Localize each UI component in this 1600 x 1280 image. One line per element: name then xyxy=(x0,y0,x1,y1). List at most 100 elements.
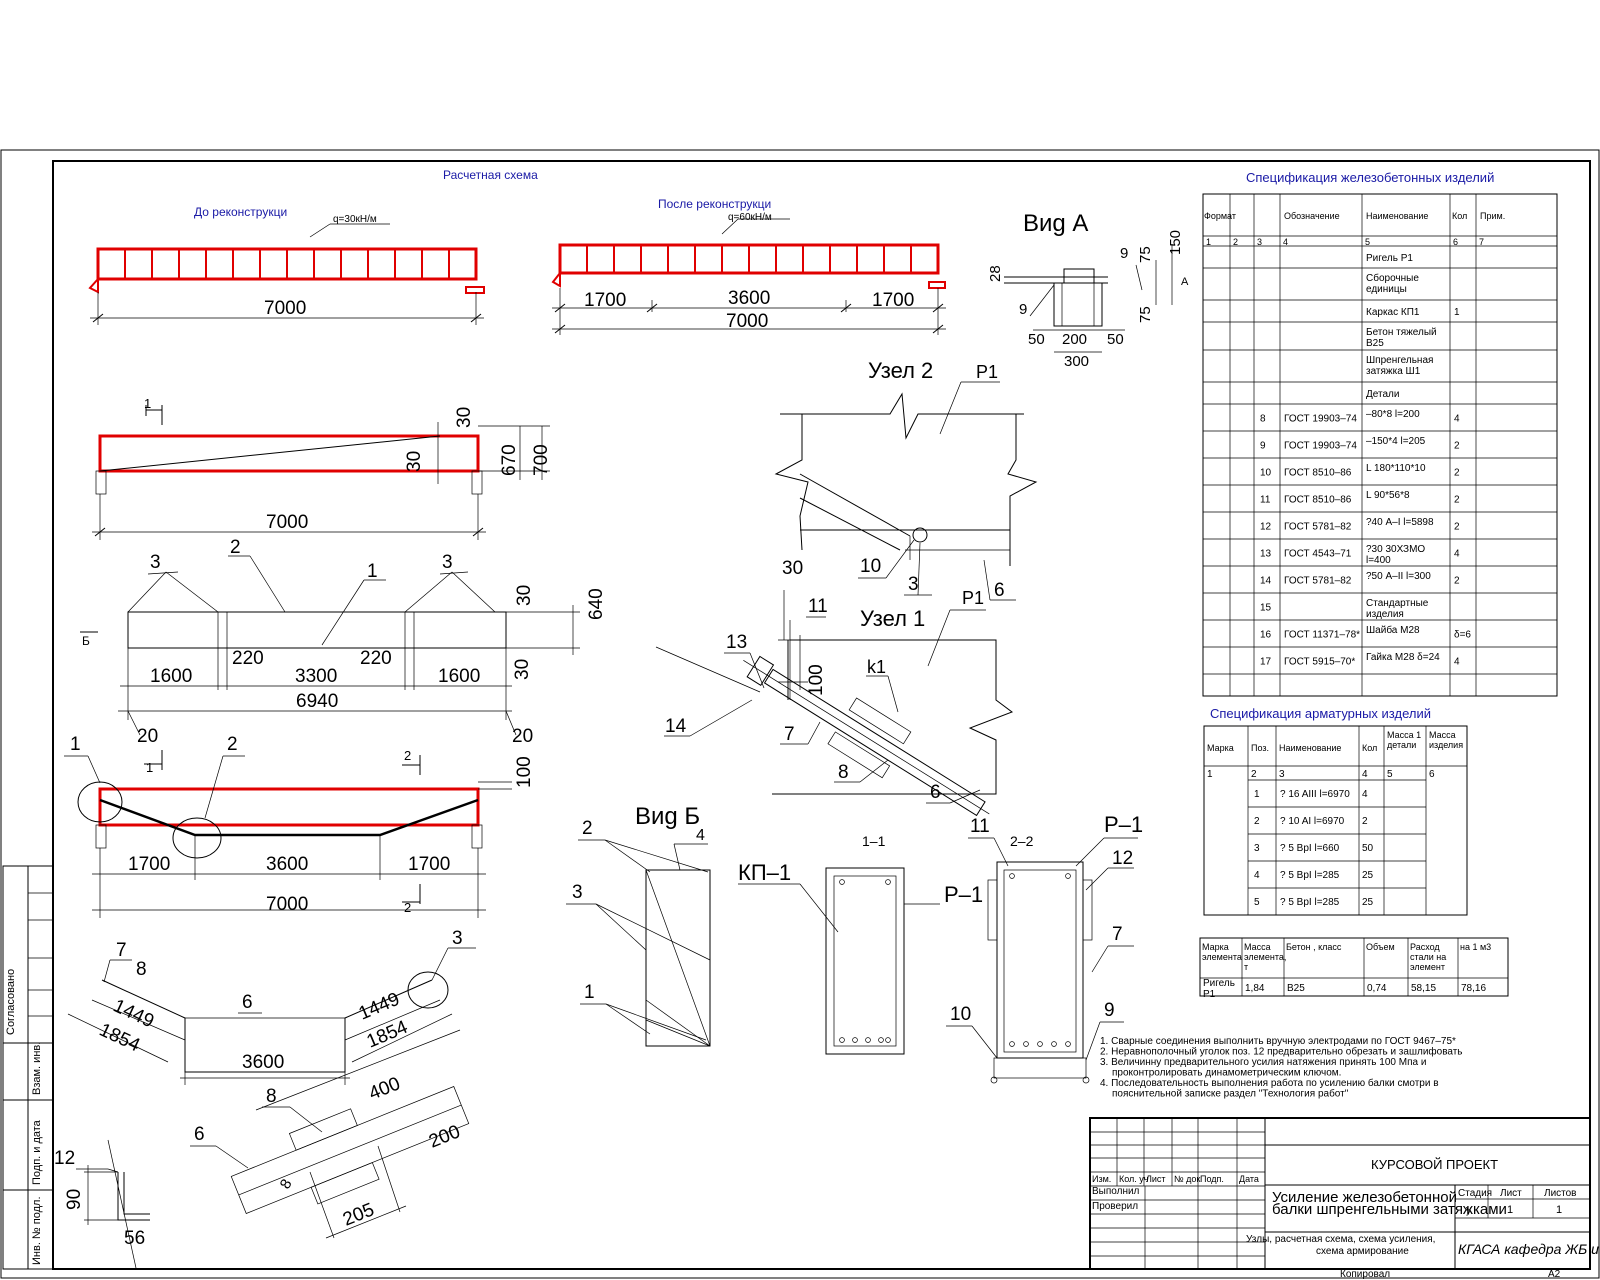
spec-rc-name: –150*4 l=205 xyxy=(1366,436,1426,447)
callout-12a: 12 xyxy=(54,1148,75,1169)
dim-50b: 50 xyxy=(1107,331,1124,348)
tb-stage: Стадия xyxy=(1458,1188,1492,1199)
kp1-label: КП–1 xyxy=(738,860,791,885)
dim-50a: 50 xyxy=(1028,331,1045,348)
dim-30-d: 30 xyxy=(512,659,533,680)
spec-reb-qty: 50 xyxy=(1362,843,1374,854)
spec-reb-colnum: 5 xyxy=(1387,769,1393,780)
mass-header: Марка элемента xyxy=(1202,942,1242,962)
angle-section: 12 90 56 xyxy=(54,1139,150,1269)
tb-sheet: Лист xyxy=(1500,1188,1522,1199)
callout-9: 9 xyxy=(1104,1000,1115,1021)
callout-30: 30 xyxy=(782,558,803,579)
tb-org: КГАСА кафедра ЖБ и xyxy=(1458,1241,1599,1257)
dim-400: 400 xyxy=(366,1073,403,1104)
dim-75a: 75 xyxy=(1137,246,1154,263)
spec-reb-qty: 4 xyxy=(1362,789,1368,800)
spec-rc-designation: ГОСТ 5781–82 xyxy=(1284,522,1352,533)
callout-8c: 8 xyxy=(838,762,849,783)
general-notes: 1. Сварные соединения выполнить вручную … xyxy=(1100,1036,1463,1100)
k1-label: k1 xyxy=(867,657,886,677)
spec-reb-title: Спецификация арматурных изделий xyxy=(1210,706,1431,721)
spec-reb-header: Кол xyxy=(1362,743,1377,753)
callout-13: 13 xyxy=(726,632,747,653)
spec-rc-header: Наименование xyxy=(1366,211,1428,221)
title-block: Изм. Кол. учЛист № док Подп. Дата КУРСОВОЙ П… xyxy=(1089,1117,1599,1280)
dim-220-b: 220 xyxy=(360,648,392,669)
callout-6a: 6 xyxy=(242,992,253,1013)
mass-table: Марка элементаМасса элемента, тБетон , клас… xyxy=(1199,937,1509,1000)
stamp-agreed: Согласовано xyxy=(5,969,17,1035)
spec-rc-name: Ригель Р1 xyxy=(1366,253,1413,264)
mass-value: 1,84 xyxy=(1245,983,1265,994)
node-2-detail: Узел 2 Р1 30 10 3 6 xyxy=(774,358,1038,601)
node-1-detail: Узел 1 Р1 k1 11 13 100 14 7 8 6 xyxy=(655,588,1014,817)
callout-8a: 8 xyxy=(136,959,147,980)
load-diagram-after: q=60кН/м 1700 3600 1700 7000 xyxy=(551,212,946,335)
dim-3600-after: 3600 xyxy=(728,288,770,309)
spec-reb-header: Марка xyxy=(1207,743,1234,753)
callout-9a: 9 xyxy=(1019,301,1027,318)
spec-reb-qty: 2 xyxy=(1362,816,1368,827)
spec-reb-qty: 25 xyxy=(1362,870,1374,881)
spec-reb-pos: 2 xyxy=(1254,816,1260,827)
spec-rc-qty: δ=6 xyxy=(1454,630,1471,641)
spec-reb-pos: 4 xyxy=(1254,870,1260,881)
callout-10: 10 xyxy=(860,556,881,577)
spec-rc-designation: ГОСТ 8510–86 xyxy=(1284,495,1352,506)
callout-2a: 2 xyxy=(230,537,241,558)
spec-rc-pos: 8 xyxy=(1260,414,1266,425)
dim-7000-before: 7000 xyxy=(264,298,306,319)
spec-rc-pos: 12 xyxy=(1260,522,1272,533)
callout-7b: 7 xyxy=(784,724,795,745)
spec-rc-qty: 1 xyxy=(1454,307,1460,318)
rebar-dot xyxy=(885,879,891,885)
spec-rc-qty: 4 xyxy=(1454,657,1460,668)
dim-1700-after-a: 1700 xyxy=(584,290,626,311)
spec-reb-header: Поз. xyxy=(1251,743,1269,753)
spec-reb-header: Масса 1 детали xyxy=(1387,730,1421,750)
spec-rc-name: –80*8 l=200 xyxy=(1366,409,1420,420)
callout-3b: 3 xyxy=(442,552,453,573)
spec-reb-colnum: 1 xyxy=(1207,769,1213,780)
note-line: 4. Последовательность выполнения работа … xyxy=(1100,1077,1439,1089)
dim-3600-b: 3600 xyxy=(266,854,308,875)
note-line: 3. Величинну предварительного усилия нат… xyxy=(1100,1057,1426,1068)
callout-7a: 7 xyxy=(116,940,127,961)
dim-640: 640 xyxy=(586,588,607,620)
spec-reb-pos: 3 xyxy=(1254,843,1260,854)
spec-rc-designation: ГОСТ 19903–74 xyxy=(1284,441,1357,452)
callout-3a: 3 xyxy=(150,552,161,573)
node2-tag: Р1 xyxy=(976,362,998,382)
spec-reb-header: Наименование xyxy=(1279,743,1341,753)
stamp-inv-orig: Инв. № подл. xyxy=(31,1196,43,1265)
spec-rc-qty: 2 xyxy=(1454,522,1460,533)
tb-project: КУРСОВОЙ ПРОЕКТ xyxy=(1371,1157,1498,1172)
view-a: Виg А 28 9 75 150 75 А 9 50 200 50 300 xyxy=(987,210,1189,370)
load-diagram-before: q=30кН/м 7000 xyxy=(88,214,485,325)
section-1-1-title: 1–1 xyxy=(862,833,886,849)
rebar-dot xyxy=(852,1037,858,1043)
rebar-dot xyxy=(1065,873,1071,879)
spec-rc-pos: 15 xyxy=(1260,603,1272,614)
rebar-dot xyxy=(839,1037,845,1043)
spec-reb-colnum: 4 xyxy=(1362,769,1368,780)
dim-7000-d: 7000 xyxy=(266,894,308,915)
spec-rc-pos: 11 xyxy=(1260,495,1271,506)
spec-reb-name: ? 16 AIII l=6970 xyxy=(1280,789,1350,800)
tb-col-header: Подп. xyxy=(1200,1174,1224,1184)
spec-rc-designation: ГОСТ 11371–78* xyxy=(1284,630,1360,641)
spec-rc-colnum: 6 xyxy=(1453,237,1458,247)
spec-reb-qty: 25 xyxy=(1362,897,1374,908)
dim-205: 205 xyxy=(340,1199,377,1230)
tb-stage-val: у xyxy=(1466,1204,1472,1216)
rebar-dot xyxy=(1037,1041,1043,1047)
dim-7000-c: 7000 xyxy=(266,512,308,533)
side-stamps: Согласовано Взам. инв. Подп. и дата Инв.… xyxy=(2,865,54,1270)
spec-rc-designation: ГОСТ 5781–82 xyxy=(1284,576,1352,587)
spec-rc-colnum: 7 xyxy=(1479,237,1484,247)
callout-11b: 11 xyxy=(970,816,990,837)
callout-10b: 10 xyxy=(950,1004,971,1025)
spec-rc-name: Стандартные изделия xyxy=(1366,598,1429,620)
spec-rc-colnum: 2 xyxy=(1233,237,1238,247)
